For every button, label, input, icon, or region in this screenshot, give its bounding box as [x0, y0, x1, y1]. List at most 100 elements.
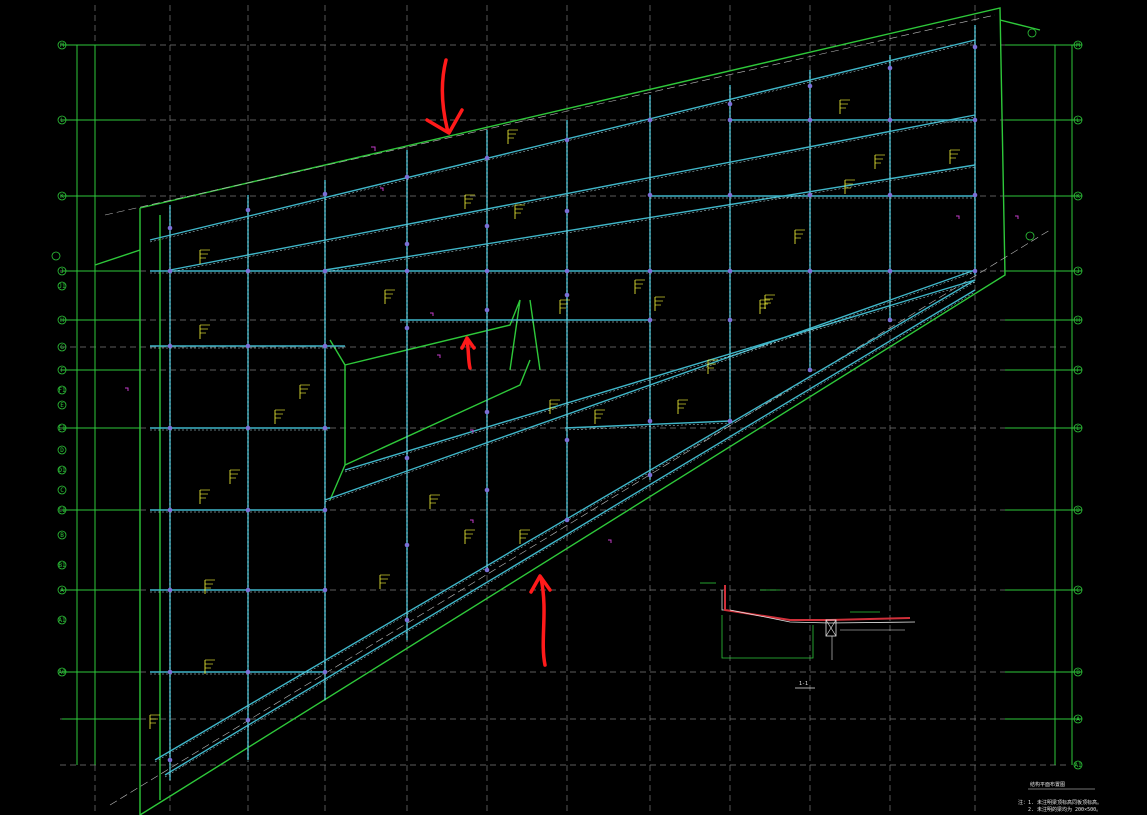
column-node: [807, 83, 813, 89]
column-node: [167, 343, 173, 349]
column-node: [484, 409, 490, 415]
axis-bubble-label: E: [1076, 425, 1080, 432]
column-node: [404, 325, 410, 331]
column-node: [887, 268, 893, 274]
axis-bubble-label: C: [1076, 587, 1080, 594]
column-node: [727, 268, 733, 274]
axis-bubble-label: E: [60, 402, 64, 409]
column-node: [564, 268, 570, 274]
axis-bubble-label: D1: [58, 467, 66, 474]
column-node: [972, 268, 978, 274]
column-node: [727, 317, 733, 323]
column-node: [322, 587, 328, 593]
axis-bubble-label: E1: [58, 425, 66, 432]
axis-bubble-label: J: [1076, 268, 1080, 275]
column-node: [647, 317, 653, 323]
column-node: [167, 425, 173, 431]
column-node: [564, 437, 570, 443]
axis-bubble-label: G: [60, 344, 64, 351]
drawing-title: 结构平面布置图: [1030, 781, 1065, 788]
column-node: [404, 241, 410, 247]
column-node: [322, 268, 328, 274]
column-node: [564, 292, 570, 298]
column-node: [404, 542, 410, 548]
column-node: [647, 418, 653, 424]
axis-bubble-label: M: [60, 42, 64, 49]
column-node: [887, 317, 893, 323]
column-node: [727, 117, 733, 123]
column-node: [564, 137, 570, 143]
axis-bubble-label: K: [60, 193, 64, 200]
section-title: 1-1: [799, 681, 808, 687]
column-node: [404, 455, 410, 461]
column-node: [887, 192, 893, 198]
column-node: [322, 425, 328, 431]
column-node: [647, 268, 653, 274]
axis-bubble-label: D: [60, 447, 64, 454]
column-node: [245, 717, 251, 723]
axis-bubble-label: M: [1076, 42, 1080, 49]
column-node: [807, 192, 813, 198]
axis-bubble-label: F: [60, 367, 64, 374]
column-node: [245, 507, 251, 513]
column-node: [647, 472, 653, 478]
cad-drawing-canvas: M L K J J1 H G F F1 E E1 D D1 C C1 B B1 A A1 A0 M L K J H F E D C B A…: [0, 0, 1147, 815]
axis-bubble-label: H: [1076, 317, 1080, 324]
column-node: [972, 117, 978, 123]
column-node: [807, 367, 813, 373]
axis-bubble-label: A: [1076, 716, 1080, 723]
column-node: [245, 207, 251, 213]
column-node: [322, 191, 328, 197]
column-node: [647, 117, 653, 123]
column-node: [484, 487, 490, 493]
column-node: [887, 117, 893, 123]
column-node: [167, 757, 173, 763]
column-node: [484, 155, 490, 161]
column-node: [245, 587, 251, 593]
axis-bubble-label: B: [1076, 669, 1080, 676]
column-node: [245, 669, 251, 675]
column-node: [484, 223, 490, 229]
column-node: [727, 418, 733, 424]
axis-bubble-label: A: [60, 587, 64, 594]
column-node: [972, 192, 978, 198]
column-node: [322, 507, 328, 513]
column-node: [167, 507, 173, 513]
column-node: [167, 268, 173, 274]
note-line-1: 注：1. 未注明梁顶标高同板顶标高。: [1018, 799, 1102, 806]
column-node: [727, 192, 733, 198]
axis-bubble-label: A1: [1074, 762, 1082, 769]
column-node: [887, 65, 893, 71]
axis-bubble-label: L: [60, 117, 64, 124]
column-node: [807, 117, 813, 123]
column-node: [167, 669, 173, 675]
column-node: [404, 268, 410, 274]
axis-bubble-label: J1: [58, 283, 66, 290]
axis-bubble-label: H: [60, 317, 64, 324]
note-line-2: 2. 未注明的梁均为 200×500。: [1028, 806, 1101, 813]
axis-bubble-label: D: [1076, 507, 1080, 514]
column-node: [167, 587, 173, 593]
column-node: [807, 268, 813, 274]
column-node: [245, 268, 251, 274]
axis-bubble-label: K: [1076, 193, 1080, 200]
column-node: [564, 208, 570, 214]
column-node: [167, 225, 173, 231]
axis-bubble-label: F: [1076, 367, 1080, 374]
axis-bubble-label: F1: [58, 387, 66, 394]
column-node: [404, 174, 410, 180]
axis-bubble-label: B: [60, 532, 64, 539]
axis-bubble-label: A0: [58, 669, 66, 676]
column-node: [245, 343, 251, 349]
column-node: [404, 617, 410, 623]
column-node: [245, 425, 251, 431]
column-node: [727, 101, 733, 107]
column-node: [484, 268, 490, 274]
axis-bubble-label: L: [1076, 117, 1080, 124]
column-node: [647, 192, 653, 198]
axis-bubble-label: C1: [58, 507, 66, 514]
column-node: [322, 669, 328, 675]
column-node: [484, 567, 490, 573]
axis-bubble-label: A1: [58, 617, 66, 624]
axis-bubble-label: B1: [58, 562, 66, 569]
